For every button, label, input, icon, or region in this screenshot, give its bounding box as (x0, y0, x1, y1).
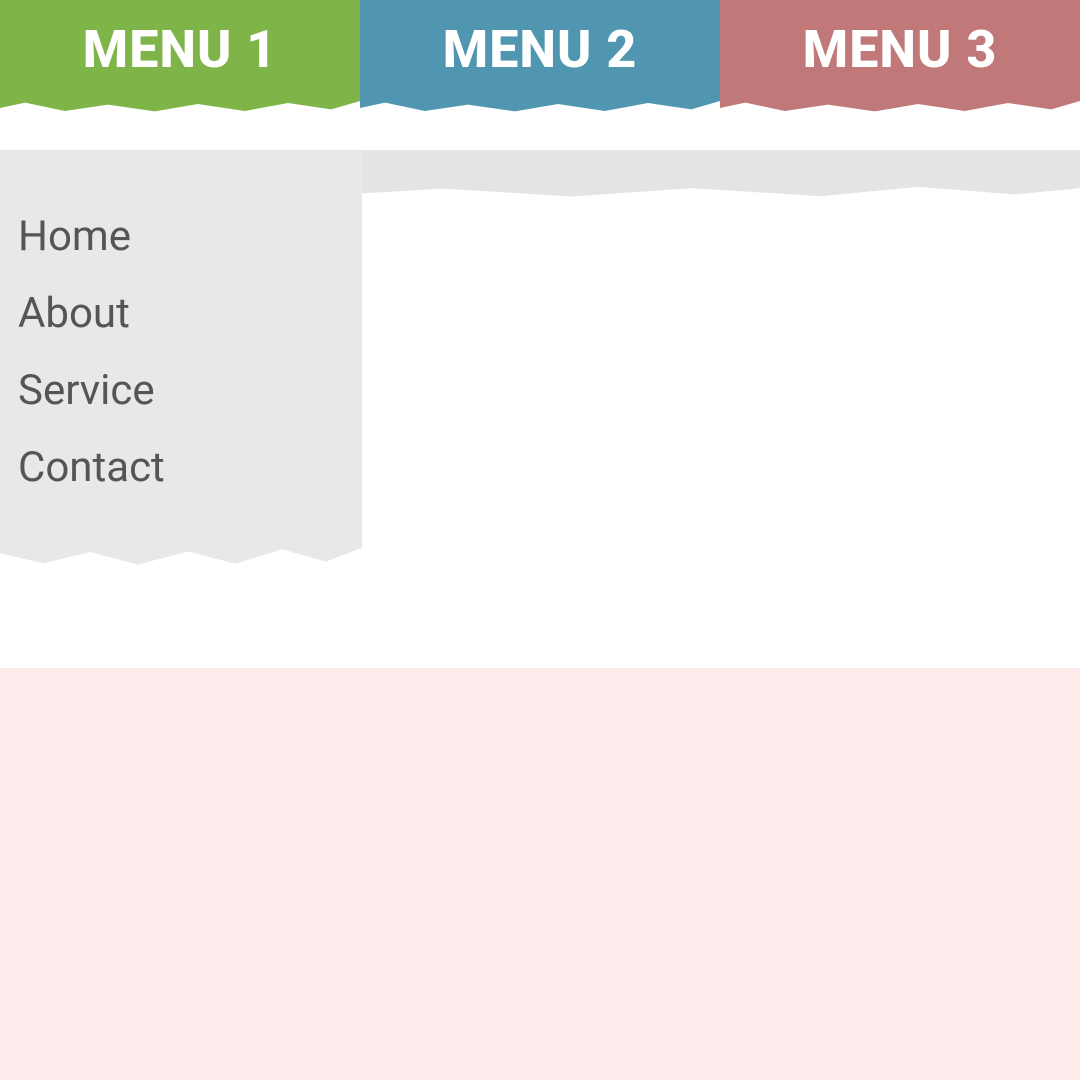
content-panel (0, 668, 1080, 1080)
dropdown-item-service[interactable]: Service (18, 352, 344, 429)
top-navigation: MENU 1 MENU 2 MENU 3 (0, 0, 1080, 98)
nav-tab-menu-2[interactable]: MENU 2 (360, 0, 720, 98)
dropdown-item-label: Home (18, 212, 131, 261)
dropdown-item-label: Service (18, 366, 155, 415)
nav-tab-menu-3[interactable]: MENU 3 (720, 0, 1080, 98)
dropdown-item-label: Contact (18, 443, 165, 492)
nav-tab-label: MENU 3 (803, 19, 998, 80)
dropdown-item-contact[interactable]: Contact (18, 429, 344, 506)
dropdown-item-home[interactable]: Home (18, 198, 344, 275)
nav-tab-label: MENU 2 (443, 19, 638, 80)
dropdown-menu: Home About Service Contact (0, 150, 362, 544)
nav-tab-menu-1[interactable]: MENU 1 (0, 0, 360, 98)
nav-tab-label: MENU 1 (83, 19, 278, 80)
dropdown-item-label: About (18, 289, 130, 338)
dropdown-item-about[interactable]: About (18, 275, 344, 352)
